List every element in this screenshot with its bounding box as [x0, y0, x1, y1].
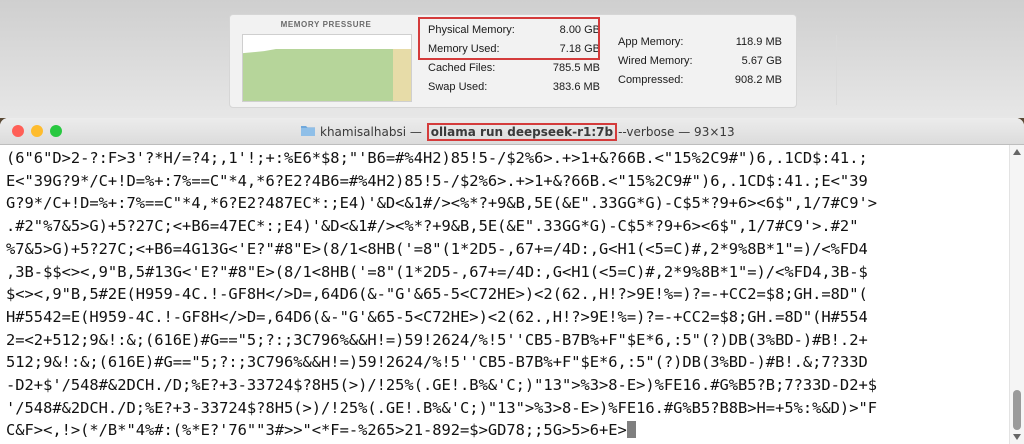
terminal-titlebar[interactable]: khamisalhabsi — ollama run deepseek-r1:7…	[0, 118, 1024, 145]
memory-pressure-title: MEMORY PRESSURE	[280, 20, 372, 29]
title-command-highlight: ollama run deepseek-r1:7b	[426, 123, 618, 141]
terminal-line: 512;9&!:&;(616E)#G=="5;?:;3C796%&&H!=)59…	[6, 353, 868, 372]
terminal-line: C&F><,!>(*/B*"4%#:(%*E?'76""3#>>"<*F=-%2…	[6, 419, 877, 442]
terminal-line: $<><,9"B,5#2E(H959-4C.!-GF8H</>D=,64D6(&…	[6, 285, 868, 304]
scroll-down-arrow-icon[interactable]	[1013, 434, 1021, 440]
terminal-window[interactable]: khamisalhabsi — ollama run deepseek-r1:7…	[0, 118, 1024, 444]
stat-row-cached-files: Cached Files: 785.5 MB	[428, 59, 600, 78]
stat-row-wired-memory: Wired Memory: 5.67 GB	[618, 52, 782, 71]
terminal-line: .#2"%7&5>G)+5?27C;<+B6=47EC*:;E4)'&D<&1#…	[6, 217, 859, 236]
terminal-line: E<"39G?9*/C+!D=%+:7%==C"*4,*6?E2?4B6=#%4…	[6, 171, 868, 190]
stat-value: 383.6 MB	[552, 81, 600, 93]
terminal-line: H#5542=E(H959-4C.!-GF8H</>D=,64D6(&-"G'&…	[6, 307, 868, 326]
scroll-up-arrow-icon[interactable]	[1013, 149, 1021, 155]
terminal-line: (6"6"D>2-?:F>3'?*H/=?4;,1'!;+:%E6*$8;"'B…	[6, 149, 868, 167]
zoom-window-button[interactable]	[50, 125, 62, 137]
stat-row-compressed: Compressed: 908.2 MB	[618, 71, 782, 90]
stat-row-swap-used: Swap Used: 383.6 MB	[428, 78, 600, 97]
stat-row-app-memory: App Memory: 118.9 MB	[618, 33, 782, 52]
terminal-line: -D2+$'/548#&2DCH./D;%E?+3-33724$?8H5(>)/…	[6, 376, 877, 395]
terminal-line: ,3B-$$<><,9"B,5#13G<'E?"#8"E>(8/1<8HB('=…	[6, 262, 868, 281]
panel-divider	[836, 35, 837, 105]
terminal-output[interactable]: (6"6"D>2-?:F>3'?*H/=?4;,1'!;+:%E6*$8;"'B…	[0, 145, 1010, 444]
stat-value: 5.67 GB	[741, 55, 782, 67]
terminal-line: G?9*/C+!D=%+:7%==C"*4,*6?E2?487EC*:;E4)'…	[6, 194, 877, 213]
title-user: khamisalhabsi	[320, 125, 407, 139]
minimize-window-button[interactable]	[31, 125, 43, 137]
memory-pressure-section: MEMORY PRESSURE	[238, 20, 414, 102]
terminal-line: 2=<2+512;9&!:&;(616E)#G=="5;?:;3C796%&&H…	[6, 330, 868, 349]
folder-icon	[301, 126, 315, 136]
stat-value: 785.5 MB	[552, 62, 600, 74]
stat-label: Swap Used:	[428, 81, 488, 93]
terminal-scrollbar[interactable]	[1009, 145, 1024, 444]
stat-value: 908.2 MB	[734, 74, 782, 86]
stat-label: Compressed:	[618, 74, 684, 86]
close-window-button[interactable]	[12, 125, 24, 137]
terminal-cursor	[626, 421, 636, 439]
memory-stats-right: App Memory: 118.9 MB Wired Memory: 5.67 …	[618, 33, 782, 90]
title-dash: —	[409, 125, 422, 139]
memory-highlight-annotation	[418, 17, 600, 60]
stat-label: Wired Memory:	[618, 55, 693, 67]
terminal-window-title: khamisalhabsi — ollama run deepseek-r1:7…	[320, 123, 735, 141]
terminal-line: %7&5>G)+5?27C;<+B6=4G13G<'E?"#8"E>(8/1<8…	[6, 239, 868, 258]
memory-pressure-recent-strip	[393, 49, 411, 101]
stat-label: Cached Files:	[428, 62, 496, 74]
stat-value: 118.9 MB	[735, 36, 782, 48]
terminal-line: '/548#&2DCH./D;%E?+3-33724$?8H5(>)/!25%(…	[6, 398, 877, 417]
stat-label: App Memory:	[618, 36, 684, 48]
memory-pressure-graph	[242, 34, 412, 102]
scrollbar-thumb[interactable]	[1013, 390, 1021, 430]
terminal-lines: (6"6"D>2-?:F>3'?*H/=?4;,1'!;+:%E6*$8;"'B…	[6, 147, 877, 442]
memory-pressure-fill	[243, 49, 393, 101]
title-rest: --verbose — 93×13	[618, 125, 735, 139]
